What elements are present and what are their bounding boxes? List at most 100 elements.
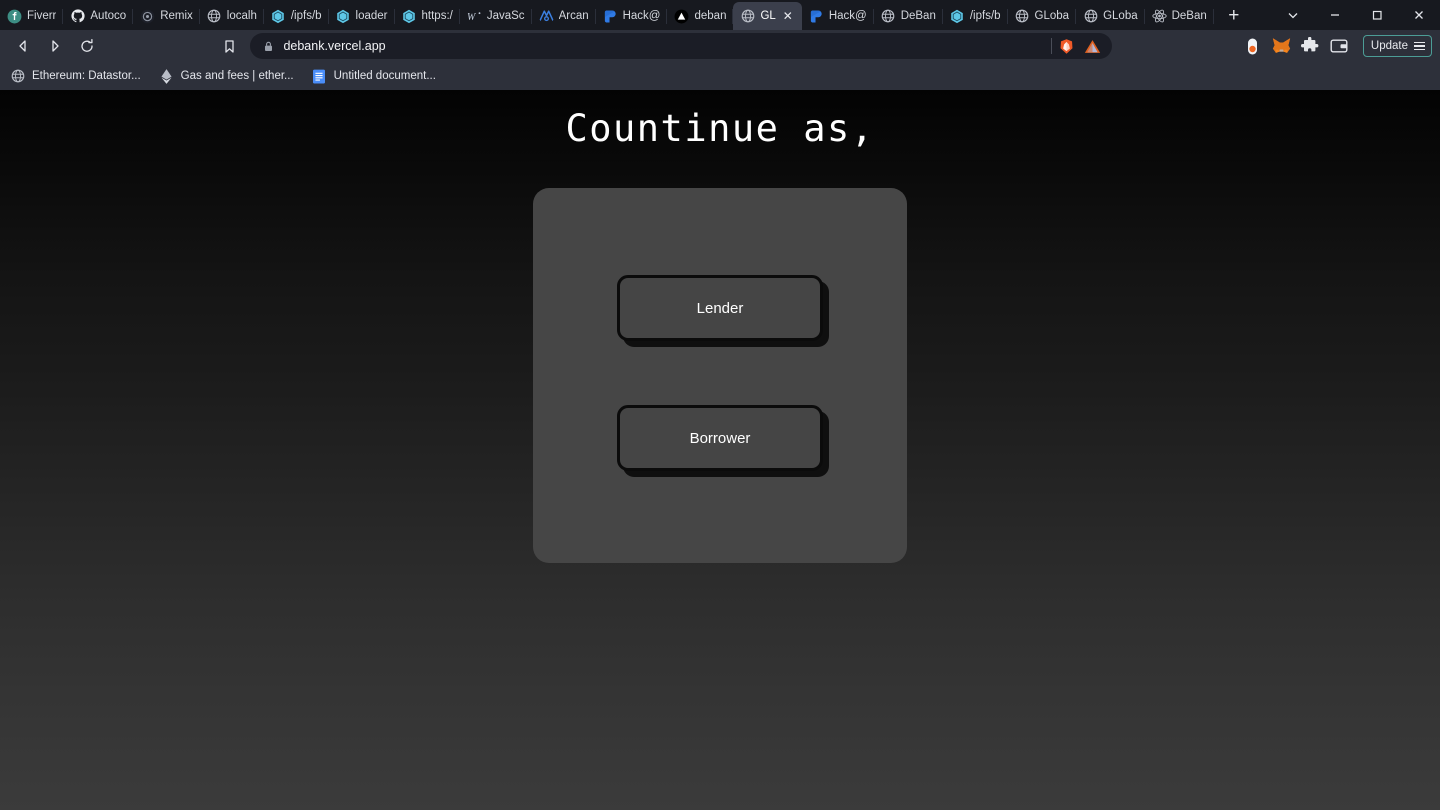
svg-text:W: W xyxy=(467,11,477,22)
tab-list: Fiverr Autoco Remix localh/ipfs/b loader http… xyxy=(0,0,1214,30)
tab[interactable]: Hack@ xyxy=(596,2,668,30)
globe-icon xyxy=(207,9,222,24)
bookmark-item[interactable]: Ethereum: Datastor... xyxy=(10,69,141,84)
address-bar[interactable]: debank.vercel.app xyxy=(250,33,1113,59)
reload-icon[interactable] xyxy=(72,33,102,59)
arcana-icon xyxy=(538,9,554,24)
page-viewport: Countinue as, Lender Borrower xyxy=(0,90,1440,810)
urlbar-badges xyxy=(1057,37,1108,56)
tab-title: Hack@ xyxy=(828,10,867,22)
tab[interactable]: Hack@ xyxy=(802,2,874,30)
tab[interactable]: Arcan xyxy=(532,2,596,30)
tab-strip: Fiverr Autoco Remix localh/ipfs/b loader http… xyxy=(0,0,1440,30)
tab[interactable]: loader xyxy=(329,2,395,30)
maximize-icon[interactable] xyxy=(1356,0,1398,30)
ipfs-hexagon-icon xyxy=(271,9,286,24)
bookmark-item[interactable]: Gas and fees | ether... xyxy=(159,68,294,84)
tab[interactable]: /ipfs/b xyxy=(943,2,1008,30)
bookmarks-bar: Ethereum: Datastor... Gas and fees | ethe… xyxy=(0,62,1440,90)
globe-icon xyxy=(1083,9,1098,24)
tab[interactable]: DeBan xyxy=(1145,2,1214,30)
tab-title: /ipfs/b xyxy=(969,10,1001,22)
tab[interactable]: Remix xyxy=(133,2,200,30)
github-icon xyxy=(70,9,85,24)
browser-window: Fiverr Autoco Remix localh/ipfs/b loader http… xyxy=(0,0,1440,810)
minimize-icon[interactable] xyxy=(1314,0,1356,30)
new-tab-button[interactable]: + xyxy=(1220,2,1248,30)
update-button[interactable]: Update xyxy=(1362,35,1432,57)
tab-title: Arcan xyxy=(558,10,589,22)
globe-icon xyxy=(1015,9,1030,24)
urlbar-divider xyxy=(1051,38,1053,54)
hackerearth-icon xyxy=(809,9,824,24)
forward-arrow-icon[interactable] xyxy=(40,33,70,59)
globe-icon xyxy=(881,9,896,24)
extensions-puzzle-icon[interactable] xyxy=(1301,37,1320,56)
back-arrow-icon[interactable] xyxy=(8,33,38,59)
tab[interactable]: DeBan xyxy=(874,2,943,30)
tab[interactable]: W JavaSc xyxy=(460,2,532,30)
bookmark-icon[interactable] xyxy=(216,33,242,59)
bookmark-label: Gas and fees | ether... xyxy=(180,70,294,82)
google-docs-icon xyxy=(312,69,327,84)
tab-title: loader xyxy=(355,10,388,22)
aave-triangle-icon[interactable] xyxy=(1083,37,1102,56)
tab-title: JavaSc xyxy=(486,10,525,22)
metamask-fox-icon[interactable] xyxy=(1272,37,1291,56)
brave-shields-lion-icon[interactable] xyxy=(1057,37,1076,56)
tab-title: GLoba xyxy=(1103,10,1138,22)
bookmark-label: Untitled document... xyxy=(333,70,436,82)
navigation-toolbar: debank.vercel.app Update xyxy=(0,30,1440,62)
page-title: Countinue as, xyxy=(565,107,875,150)
tab-search-chevron-icon[interactable] xyxy=(1272,0,1314,30)
hamburger-menu-icon[interactable] xyxy=(1414,41,1425,51)
padlock-icon xyxy=(262,40,275,53)
tab-active[interactable]: GL ✕ xyxy=(733,2,802,30)
tab-title: DeBan xyxy=(1171,10,1207,22)
tab[interactable]: /ipfs/b xyxy=(264,2,329,30)
remix-icon xyxy=(140,9,155,24)
url-text: debank.vercel.app xyxy=(283,39,386,53)
tab-title: Autoco xyxy=(90,10,127,22)
tab-title: GLoba xyxy=(1034,10,1070,22)
tab-close-icon[interactable]: ✕ xyxy=(781,9,795,23)
tab-title: Remix xyxy=(160,10,193,22)
wallet-icon[interactable] xyxy=(1330,37,1349,56)
tab[interactable]: localh xyxy=(200,2,264,30)
tab[interactable]: https:/ xyxy=(395,2,460,30)
window-controls xyxy=(1272,0,1440,30)
extension-toolbar xyxy=(1243,37,1349,56)
tab-title: Hack@ xyxy=(622,10,661,22)
close-icon[interactable] xyxy=(1398,0,1440,30)
vercel-triangle-icon xyxy=(674,9,689,24)
tab-title: deban xyxy=(694,10,727,22)
tab-title: Fiverr xyxy=(27,10,57,22)
ipfs-hexagon-icon xyxy=(950,9,965,24)
w3schools-icon: W xyxy=(467,9,482,24)
tab[interactable]: GLoba xyxy=(1076,2,1145,30)
tab[interactable]: Autoco xyxy=(63,2,134,30)
pill-extension-icon[interactable] xyxy=(1243,37,1262,56)
update-label: Update xyxy=(1370,40,1408,52)
ipfs-hexagon-icon xyxy=(402,9,417,24)
tab[interactable]: deban xyxy=(667,2,734,30)
hackerearth-icon xyxy=(603,9,618,24)
globe-icon xyxy=(10,69,25,84)
tab-title: /ipfs/b xyxy=(290,10,322,22)
tab[interactable]: Fiverr xyxy=(0,2,64,30)
fiverr-icon xyxy=(7,9,22,24)
lender-button[interactable]: Lender xyxy=(617,275,823,341)
tab-title: https:/ xyxy=(421,10,453,22)
tab-title: GL xyxy=(760,10,776,22)
tab[interactable]: GLoba xyxy=(1008,2,1077,30)
bookmark-item[interactable]: Untitled document... xyxy=(312,69,436,84)
ethereum-diamond-icon xyxy=(159,68,174,84)
tab-title: DeBan xyxy=(900,10,936,22)
globe-icon xyxy=(740,9,755,24)
bookmark-label: Ethereum: Datastor... xyxy=(32,70,141,82)
react-atom-icon xyxy=(1151,9,1167,24)
tab-title: localh xyxy=(226,10,257,22)
role-selection-card: Lender Borrower xyxy=(533,188,907,563)
ipfs-hexagon-icon xyxy=(336,9,351,24)
borrower-button[interactable]: Borrower xyxy=(617,405,823,471)
